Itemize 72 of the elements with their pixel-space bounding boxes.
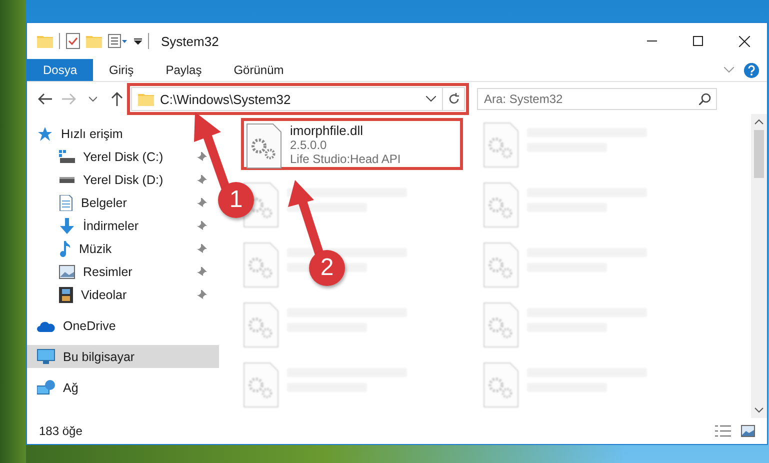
star-icon [37,126,53,142]
help-icon[interactable] [744,62,759,78]
file-item[interactable]: imorphfile.dll 2.5.0.0 Life Studio:Head API [241,118,463,170]
refresh-icon [448,93,460,105]
dll-file-icon [483,122,519,168]
nav-item[interactable]: Hızlı erişim [27,122,219,145]
folder-icon [37,34,53,48]
pin-icon[interactable] [197,174,207,184]
nav-item[interactable]: Müzik [27,237,219,260]
document-icon [59,194,73,210]
dll-file-icon [243,362,279,408]
maximize-icon [693,36,703,46]
pin-icon[interactable] [197,290,207,300]
nav-item[interactable]: Ağ [27,376,219,399]
window-title: System32 [161,34,219,48]
dll-file-icon [483,242,519,288]
chevron-down-icon [89,96,97,102]
nav-item[interactable]: İndirmeler [27,214,219,237]
dll-file-icon [243,242,279,288]
expand-ribbon-icon[interactable] [724,67,734,73]
file-name: imorphfile.dll [290,123,364,138]
dll-file-icon [483,182,519,228]
checklist-icon[interactable] [66,33,80,49]
nav-item[interactable]: Resimler [27,260,219,283]
nav-item[interactable]: Yerel Disk (D:) [27,168,219,191]
properties-icon[interactable] [108,34,128,48]
dll-file-icon [483,362,519,408]
scrollbar[interactable] [751,114,767,418]
pin-icon[interactable] [197,244,207,254]
pin-icon[interactable] [197,198,207,208]
film-icon [59,286,73,302]
dll-file-icon [243,302,279,348]
drive-icon [59,150,75,164]
nav-item[interactable]: OneDrive [27,314,219,337]
ribbon-tab[interactable]: Giriş [93,59,150,81]
pin-icon[interactable] [197,152,207,162]
chevron-down-icon[interactable] [426,96,436,102]
dll-file-icon [483,302,519,348]
nav-item[interactable]: Belgeler [27,191,219,214]
scrollbar-thumb[interactable] [754,130,764,178]
dll-file-icon [246,123,282,169]
folder-icon [86,34,102,48]
ribbon-tab[interactable]: Paylaş [150,59,218,81]
large-icons-view-icon[interactable] [741,425,755,437]
music-note-icon [59,240,71,256]
details-view-icon[interactable] [715,425,731,437]
dropdown-icon[interactable] [134,37,142,45]
forward-arrow-icon [62,93,76,105]
scroll-up-icon[interactable] [754,118,764,126]
back-arrow-icon [38,93,52,105]
up-arrow-icon [111,92,123,106]
file-detail: 2.5.0.0 [290,138,328,152]
ribbon-tab[interactable]: Dosya [27,59,94,81]
picture-icon [59,264,75,278]
ribbon-tab[interactable]: Görünüm [218,59,300,81]
network-icon [37,380,55,396]
close-icon [738,36,750,46]
pin-icon[interactable] [197,220,207,230]
folder-icon [138,92,154,106]
nav-item[interactable]: Bu bilgisayar [27,345,219,368]
file-detail: Life Studio:Head API [290,152,401,166]
nav-item[interactable]: Videolar [27,283,219,306]
search-field[interactable]: Ara: System32 [477,88,717,110]
cloud-icon [37,320,55,332]
item-count: 183 öğe [39,424,82,438]
nav-item[interactable]: Yerel Disk (C:) [27,145,219,168]
scroll-down-icon[interactable] [754,406,764,414]
search-icon [699,93,711,105]
down-arrow-icon [59,218,75,234]
drive-icon [59,176,75,182]
pin-icon[interactable] [197,266,207,276]
monitor-icon [37,348,55,364]
